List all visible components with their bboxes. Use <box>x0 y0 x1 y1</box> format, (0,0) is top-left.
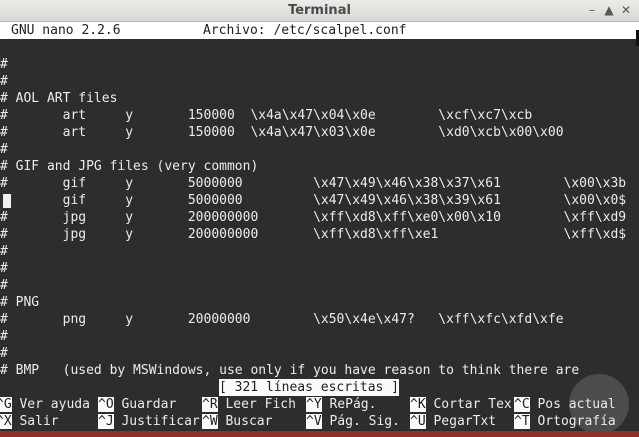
shortcut-help[interactable]: ^G Ver ayuda <box>0 396 90 413</box>
editor-line: # GIF and JPG files (very common) <box>0 159 259 174</box>
editor-line: # BMP (used by MSWindows, use only if yo… <box>0 363 580 378</box>
program-name: GNU nano 2.2.6 <box>11 23 121 38</box>
close-icon[interactable]: ✕ <box>618 3 634 17</box>
shortcut-cut-text[interactable]: ^K Cortar Tex <box>410 396 512 413</box>
editor-line: # PNG <box>0 295 40 310</box>
shortcut-paste-text[interactable]: ^U PegarTxt <box>410 413 496 430</box>
editor-line: # <box>0 346 8 361</box>
editor-line: # <box>0 57 8 72</box>
minimize-icon[interactable]: – <box>584 3 600 17</box>
editor-line: # jpg y 200000000 \xff\xd8\xff\xe0\x00\x… <box>0 210 627 225</box>
nano-header: GNU nano 2.2.6 Archivo: /etc/scalpel.con… <box>0 22 639 39</box>
editor-line: # <box>0 74 8 89</box>
editor-line: # <box>0 329 8 344</box>
shortcut-read-file[interactable]: ^R Leer Fich <box>202 396 296 413</box>
terminal-area[interactable]: GNU nano 2.2.6 Archivo: /etc/scalpel.con… <box>0 22 639 437</box>
editor-line: # AOL ART files <box>0 91 118 106</box>
editor-line: # gif y 5000000 \x47\x49\x46\x38\x37\x61… <box>0 176 627 191</box>
text-cursor <box>3 194 11 208</box>
shortcut-prev-page[interactable]: ^Y RePág. <box>306 396 376 413</box>
file-label: Archivo: /etc/scalpel.conf <box>203 23 407 38</box>
window-titlebar: Terminal – ▲ ✕ <box>0 0 639 22</box>
editor-line: # <box>0 278 8 293</box>
shortcut-next-page[interactable]: ^V Pág. Sig. <box>306 413 400 430</box>
shortcut-spell[interactable]: ^T Ortografía <box>514 413 616 430</box>
editor-line: # <box>0 244 8 259</box>
shortcut-exit[interactable]: ^X Salir <box>0 413 59 430</box>
maximize-icon[interactable]: ▲ <box>601 3 617 17</box>
shortcut-search[interactable]: ^W Buscar <box>202 413 272 430</box>
editor-line: # png y 20000000 \x50\x4e\x47? \xff\xfc\… <box>0 312 564 327</box>
status-message: [ 321 líneas escritas ] <box>219 379 400 396</box>
editor-line: # jpg y 200000000 \xff\xd8\xff\xe1 \xff\… <box>0 227 627 242</box>
shortcut-cur-pos[interactable]: ^C Pos actual <box>514 396 616 413</box>
editor-line: # <box>0 261 8 276</box>
editor-line: # art y 150000 \x4a\x47\x03\x0e \xd0\xcb… <box>0 125 564 140</box>
bottom-strip <box>0 431 639 437</box>
editor-line: # art y 150000 \x4a\x47\x04\x0e \xcf\xc7… <box>0 108 533 123</box>
editor-line: # <box>0 142 8 157</box>
window-title: Terminal <box>288 3 351 18</box>
shortcut-save[interactable]: ^O Guardar <box>98 396 176 413</box>
shortcut-justify[interactable]: ^J Justificar <box>98 413 200 430</box>
editor-line: gif y 5000000 \x47\x49\x46\x38\x39\x61 \… <box>0 193 627 208</box>
